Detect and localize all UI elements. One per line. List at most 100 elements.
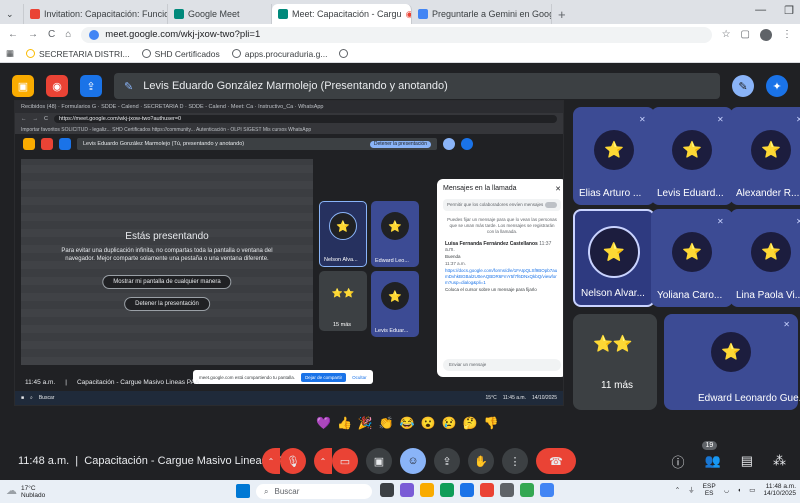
avatar: ⭐ <box>588 226 640 279</box>
participant-tile[interactable]: ✕ ⭐ Elias Arturo ... <box>573 107 655 205</box>
captions-button[interactable]: ▣ <box>366 448 392 474</box>
url-field[interactable]: meet.google.com/wkj-jxow-two?pli=1 <box>81 26 712 43</box>
menu-icon[interactable]: ⋮ <box>782 29 792 40</box>
others-tile[interactable]: ⭐⭐ 11 más <box>573 314 657 410</box>
word-icon[interactable] <box>460 483 474 497</box>
participant-tile-active[interactable]: ⭐ Nelson Alvar... <box>573 209 655 307</box>
language-indicator[interactable]: ESP ES <box>703 483 716 497</box>
participant-tile[interactable]: ✕ ⭐ Alexander R... <box>730 107 800 205</box>
star-logo-icon: ⭐ <box>602 241 626 262</box>
minimize-icon[interactable]: — <box>755 4 766 17</box>
extensions-icon[interactable]: ▢ <box>741 29 750 40</box>
reaction-thumbs-down[interactable]: 👎 <box>484 416 499 430</box>
inner-presenter-banner: Levis Eduardo González Marmolejo (Tú, pr… <box>77 138 437 150</box>
inner-tile: ⭐ Levis Eduar... <box>371 271 419 337</box>
settings-icon[interactable] <box>500 483 514 497</box>
leave-call-button[interactable]: ☎ <box>536 448 576 474</box>
star-icon[interactable]: ☆ <box>722 29 731 40</box>
camera-toggle-button[interactable]: ▭ <box>332 448 358 474</box>
more-tools-button[interactable]: ✦ <box>766 75 788 97</box>
avatar: ⭐ <box>711 332 751 372</box>
pen-tool-button[interactable]: ✎ <box>732 75 754 97</box>
apps-icon[interactable]: ▦ <box>6 48 14 59</box>
shared-screen: Recibidos (48) · Formularios G · SDDE - … <box>14 100 564 406</box>
inner-taskbar: ■ ⌕ Buscar 15°C 11:45 a.m. 14/10/2025 <box>15 391 563 405</box>
participant-tile[interactable]: ✕ ⭐ Levis Eduard... <box>651 107 733 205</box>
avatar: ⭐ <box>751 232 791 273</box>
pen-icon <box>443 138 455 150</box>
chrome-profile-icon[interactable] <box>520 483 534 497</box>
tab-gemini[interactable]: Preguntarle a Gemini en Googl✕ <box>412 4 552 24</box>
reaction-thinking[interactable]: 🤔 <box>463 416 478 430</box>
reaction-surprised[interactable]: 😮 <box>421 416 436 430</box>
profile-avatar[interactable] <box>760 28 772 41</box>
mic-off-icon: ✕ <box>796 217 800 226</box>
chrome-alt-icon[interactable] <box>540 483 554 497</box>
forward-icon[interactable]: → <box>28 29 38 40</box>
tools-icon <box>461 138 473 150</box>
info-icon[interactable]: ⓘ <box>672 452 685 471</box>
video-options-button[interactable]: ⌃ <box>314 448 332 474</box>
bookmark-item[interactable]: apps.procuraduria.g... <box>231 49 327 59</box>
meeting-controls: 11:48 a.m. | Capacitación - Cargue Masiv… <box>0 441 800 480</box>
taskbar-search[interactable]: ⌕ Buscar <box>256 484 372 499</box>
bookmark-item[interactable]: SECRETARIA DISTRI... <box>26 49 130 59</box>
close-icon: ✕ <box>555 186 561 193</box>
annotate-icon <box>23 138 35 150</box>
record-button[interactable]: ◉ <box>46 75 68 97</box>
google-icon <box>418 9 428 19</box>
participant-tile[interactable]: ✕ ⭐ Edward Leonardo Gue... <box>664 314 800 410</box>
battery-icon[interactable]: ▭ <box>749 487 755 494</box>
back-icon[interactable]: ← <box>8 29 18 40</box>
avatar: ⭐ <box>672 130 712 171</box>
volume-icon[interactable]: ◖ <box>737 487 741 494</box>
tab-list-button[interactable]: ⌄ <box>0 4 24 24</box>
file-explorer-icon[interactable] <box>420 483 434 497</box>
reaction-party[interactable]: 🎉 <box>358 416 373 430</box>
app-icon[interactable] <box>400 483 414 497</box>
clock[interactable]: 11:48 a.m. 14/10/2025 <box>763 483 796 497</box>
bookmark-item[interactable]: SHD Certificados <box>141 49 220 59</box>
people-icon: 👥 <box>704 453 721 468</box>
weather-widget[interactable]: ☁ 17°C Nublado <box>6 485 45 499</box>
tab-google-meet[interactable]: Google Meet <box>168 4 272 24</box>
bookmark-item[interactable] <box>339 49 349 58</box>
reaction-sad[interactable]: 😢 <box>442 416 457 430</box>
mic-toggle-button[interactable]: 🎙 <box>280 448 306 474</box>
reaction-thumbs-up[interactable]: 👍 <box>337 416 352 430</box>
raise-hand-button[interactable]: ✋ <box>468 448 494 474</box>
tab-invitation[interactable]: Invitation: Capacitación: Funcio✕ <box>24 4 168 24</box>
annotate-button[interactable]: ▣ <box>12 75 34 97</box>
site-info-icon[interactable] <box>89 29 100 40</box>
edge-icon[interactable] <box>440 483 454 497</box>
home-icon[interactable]: ⌂ <box>65 29 71 40</box>
globe-icon <box>141 49 151 58</box>
meeting-info: 11:48 a.m. | Capacitación - Cargue Masiv… <box>18 455 292 467</box>
inner-tile: ⭐ Nelson Alva... <box>319 201 367 267</box>
reaction-clap[interactable]: 👏 <box>379 416 394 430</box>
reload-icon: C <box>44 116 48 122</box>
windows-start-icon[interactable] <box>236 484 250 498</box>
new-tab-button[interactable]: + <box>552 4 572 24</box>
reaction-heart[interactable]: 💜 <box>316 416 331 430</box>
audio-options-button[interactable]: ⌃ <box>262 448 280 474</box>
reload-icon[interactable]: C <box>48 29 55 40</box>
usb-icon[interactable]: ⏚ <box>688 487 695 494</box>
activities-icon[interactable]: ⁂ <box>773 453 786 469</box>
task-view-icon[interactable] <box>380 483 394 497</box>
tab-meet-active[interactable]: Meet: Capacitación - Cargu ◉✕ <box>272 4 412 24</box>
restore-icon[interactable]: ❐ <box>784 4 794 17</box>
people-button[interactable]: 19 👥 <box>701 441 721 469</box>
chat-icon[interactable]: ▤ <box>741 453 753 469</box>
reaction-laugh[interactable]: 😂 <box>400 416 415 430</box>
reactions-button[interactable]: ☺ <box>400 448 426 474</box>
share-button[interactable]: ⇪ <box>80 75 102 97</box>
chevron-up-icon[interactable]: ⌃ <box>675 487 680 494</box>
present-button[interactable]: ⇪ <box>434 448 460 474</box>
participant-tile[interactable]: ✕ ⭐ Lina Paola Vi... <box>730 209 800 307</box>
windows-taskbar: ☁ 17°C Nublado ⌕ Buscar ⌃ ⏚ ESP ES ◡ ◖ ▭ 11… <box>0 480 800 503</box>
wifi-icon[interactable]: ◡ <box>724 487 730 494</box>
participant-tile[interactable]: ✕ ⭐ Yoliana Caro... <box>651 209 733 307</box>
more-options-button[interactable]: ⋮ <box>502 448 528 474</box>
chrome-icon[interactable] <box>480 483 494 497</box>
